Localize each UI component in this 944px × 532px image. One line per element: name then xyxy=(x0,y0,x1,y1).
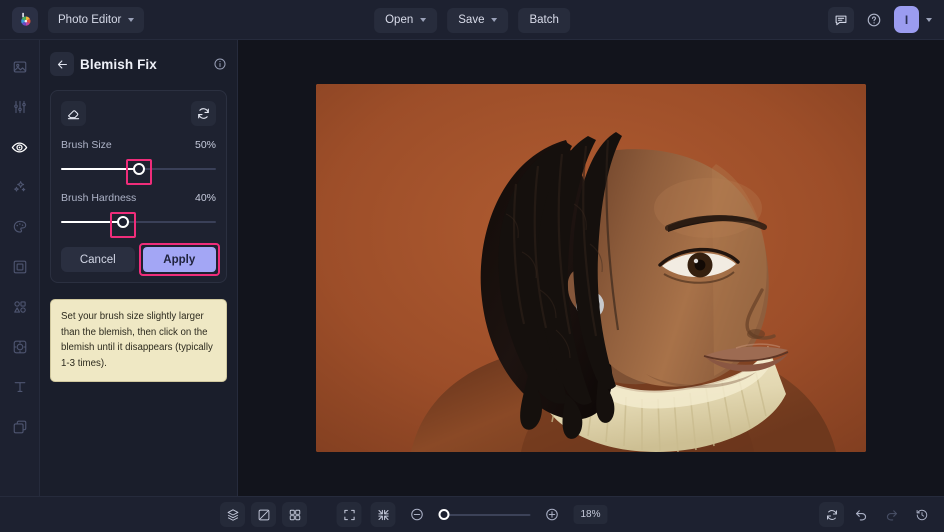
zoom-level-value: 18% xyxy=(573,505,608,524)
back-button[interactable] xyxy=(50,52,74,76)
batch-button[interactable]: Batch xyxy=(518,7,570,33)
tool-panel: Blemish Fix Brush Size 50% Brush Hardnes… xyxy=(40,40,238,496)
account-chevron-down-icon[interactable] xyxy=(926,17,932,22)
zoom-in-button[interactable] xyxy=(539,502,564,527)
open-label: Open xyxy=(385,14,414,26)
zoom-controls: 18% xyxy=(336,502,608,527)
panel-header: Blemish Fix xyxy=(50,50,227,78)
sidebar-item-image[interactable] xyxy=(5,52,35,82)
portrait-photo xyxy=(316,84,866,452)
apply-label: Apply xyxy=(163,253,196,266)
app-name-label: Photo Editor xyxy=(58,13,122,26)
photo-editor-app: Photo Editor Open Save Batch I Blemish F… xyxy=(0,0,944,532)
sidebar-item-crop[interactable] xyxy=(5,252,35,282)
sidebar-item-enhance[interactable] xyxy=(5,172,35,202)
grid-button[interactable] xyxy=(282,502,307,527)
zoom-slider[interactable] xyxy=(438,508,531,522)
brush-settings-card: Brush Size 50% Brush Hardness 40% Cancel… xyxy=(50,90,227,283)
bottom-bar-left xyxy=(220,502,307,527)
help-button[interactable] xyxy=(861,7,887,33)
redo-button[interactable] xyxy=(879,502,904,527)
brush-hardness-fill xyxy=(61,221,123,223)
save-label: Save xyxy=(458,14,485,26)
top-bar-right: I xyxy=(828,6,936,33)
brush-size-thumb[interactable] xyxy=(132,163,145,175)
sidebar-item-adjust[interactable] xyxy=(5,92,35,122)
layers-button[interactable] xyxy=(220,502,245,527)
sidebar-item-text[interactable] xyxy=(5,372,35,402)
apply-button[interactable]: Apply xyxy=(142,247,216,272)
brush-tool-row xyxy=(61,101,216,126)
sidebar-item-retouch[interactable] xyxy=(5,132,35,162)
panel-actions: Cancel Apply xyxy=(61,243,220,276)
app-body: Blemish Fix Brush Size 50% Brush Hardnes… xyxy=(0,40,944,496)
info-button[interactable] xyxy=(213,57,227,71)
compare-button[interactable] xyxy=(251,502,276,527)
color-wheel-logo-icon[interactable] xyxy=(12,6,38,33)
brush-hardness-value: 40% xyxy=(194,192,216,204)
photo-canvas[interactable] xyxy=(316,84,866,452)
fit-screen-button[interactable] xyxy=(336,502,362,527)
sidebar-item-color[interactable] xyxy=(5,212,35,242)
brush-size-header: Brush Size 50% xyxy=(61,139,216,151)
open-button[interactable]: Open xyxy=(374,7,438,33)
brush-hardness-label: Brush Hardness xyxy=(61,192,137,204)
save-button[interactable]: Save xyxy=(447,7,509,33)
zoom-slider-thumb[interactable] xyxy=(438,508,450,520)
page-title: Blemish Fix xyxy=(80,56,157,72)
comment-button[interactable] xyxy=(828,6,854,33)
top-bar: Photo Editor Open Save Batch I xyxy=(0,0,944,40)
brush-size-slider-block: Brush Size 50% xyxy=(61,139,216,185)
batch-label: Batch xyxy=(529,14,559,26)
eraser-tool-button[interactable] xyxy=(61,101,86,126)
brush-hardness-header: Brush Hardness 40% xyxy=(61,192,216,204)
brush-hardness-thumb[interactable] xyxy=(117,216,129,228)
cancel-button[interactable]: Cancel xyxy=(61,247,135,272)
bottom-bar: 18% xyxy=(0,496,944,532)
bottom-bar-right xyxy=(819,502,934,527)
brush-hardness-slider-block: Brush Hardness 40% xyxy=(61,192,216,238)
brush-size-slider[interactable] xyxy=(61,159,216,185)
reset-view-button[interactable] xyxy=(819,502,844,527)
user-avatar[interactable]: I xyxy=(894,6,919,33)
canvas-area[interactable] xyxy=(238,40,944,496)
chevron-down-icon xyxy=(420,18,427,22)
collapse-view-button[interactable] xyxy=(370,502,396,527)
chevron-down-icon xyxy=(491,18,498,22)
brush-hardness-slider[interactable] xyxy=(61,212,216,238)
avatar-initial: I xyxy=(904,12,909,27)
zoom-slider-track xyxy=(438,513,531,516)
app-switcher-dropdown[interactable]: Photo Editor xyxy=(48,6,145,33)
zoom-out-button[interactable] xyxy=(404,502,429,527)
sidebar-item-effects[interactable] xyxy=(5,332,35,362)
sidebar-item-shapes[interactable] xyxy=(5,292,35,322)
tooltip-hint: Set your brush size slightly larger than… xyxy=(50,299,227,382)
sidebar-item-layers[interactable] xyxy=(5,412,35,442)
tool-rail xyxy=(0,40,40,496)
top-bar-actions: Open Save Batch xyxy=(374,0,570,40)
apply-button-wrapper: Apply xyxy=(138,243,220,276)
cancel-label: Cancel xyxy=(79,253,116,266)
chevron-down-icon xyxy=(128,17,135,22)
brush-size-fill xyxy=(61,168,139,170)
reset-tool-button[interactable] xyxy=(191,101,216,126)
brush-size-value: 50% xyxy=(194,139,216,151)
brush-size-label: Brush Size xyxy=(61,139,112,151)
history-button[interactable] xyxy=(909,502,934,527)
undo-button[interactable] xyxy=(849,502,874,527)
